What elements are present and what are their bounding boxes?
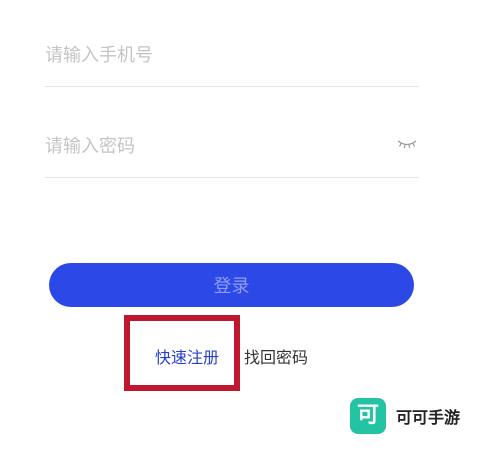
password-input[interactable] bbox=[45, 134, 385, 158]
forgot-password-link[interactable]: 找回密码 bbox=[244, 344, 308, 368]
password-field bbox=[45, 124, 418, 178]
phone-field bbox=[45, 33, 418, 87]
watermark: 可 可可手游 bbox=[350, 397, 460, 435]
login-button[interactable]: 登录 bbox=[49, 263, 414, 307]
watermark-logo-char: 可 bbox=[356, 403, 379, 428]
watermark-logo: 可 bbox=[350, 398, 386, 434]
phone-input[interactable] bbox=[45, 43, 385, 67]
eye-closed-icon[interactable] bbox=[396, 136, 418, 152]
quick-register-link[interactable]: 快速注册 bbox=[155, 344, 219, 368]
watermark-text: 可可手游 bbox=[396, 408, 461, 427]
